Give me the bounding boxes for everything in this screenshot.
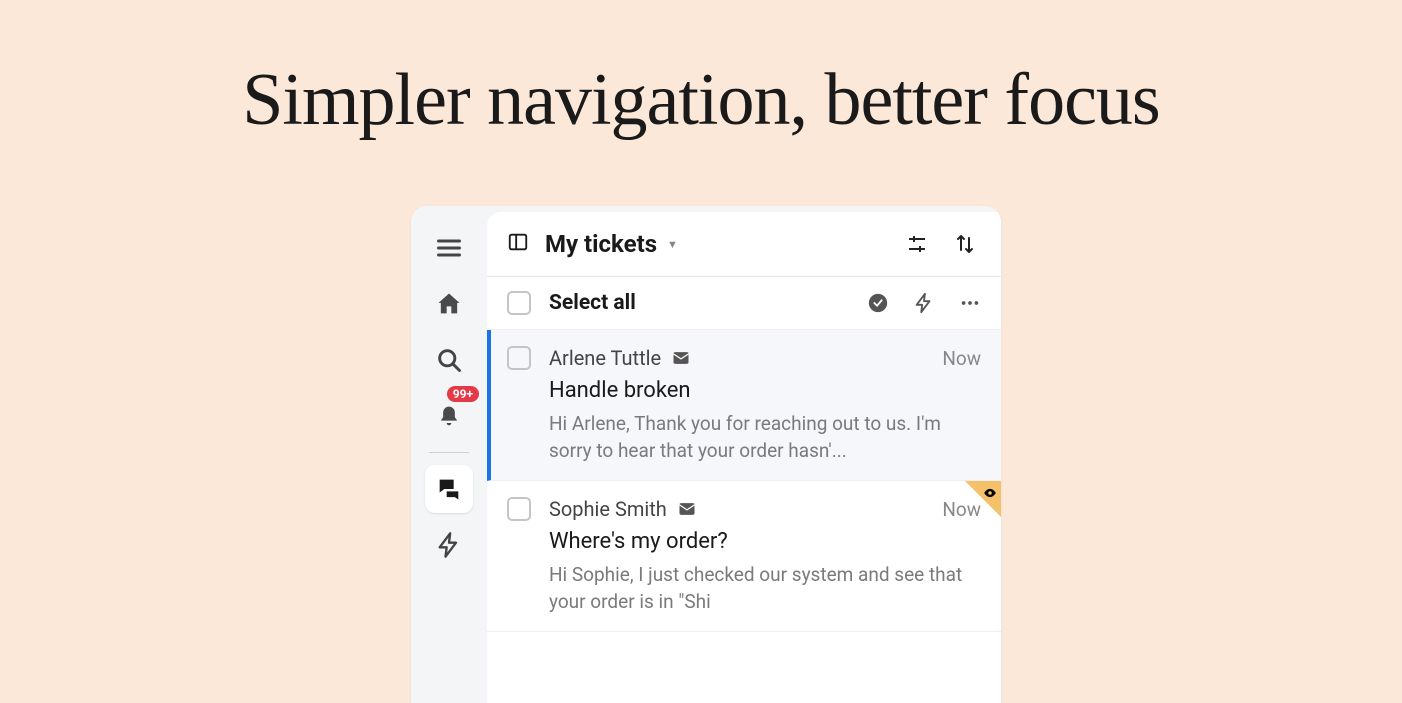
sort-icon xyxy=(953,232,977,256)
panel-header: My tickets ▼ xyxy=(487,212,1001,276)
ticket-subject: Where's my order? xyxy=(549,529,981,554)
search-button[interactable] xyxy=(425,336,473,384)
ticket-item[interactable]: Sophie Smith Now Where's my order? Hi So… xyxy=(487,481,1001,632)
select-all-label: Select all xyxy=(549,291,636,315)
chat-bubbles-icon xyxy=(435,475,463,503)
notifications-button[interactable]: 99+ xyxy=(425,392,473,440)
ticket-checkbox[interactable] xyxy=(507,346,531,370)
conversations-button[interactable] xyxy=(425,465,473,513)
layout-toggle-button[interactable] xyxy=(507,231,529,257)
ticket-preview: Hi Arlene, Thank you for reaching out to… xyxy=(549,411,981,464)
view-selector[interactable]: My tickets ▼ xyxy=(545,230,678,258)
notification-badge: 99+ xyxy=(447,386,479,402)
sidebar-divider xyxy=(429,452,469,453)
page-headline: Simpler navigation, better focus xyxy=(0,0,1402,143)
home-button[interactable] xyxy=(425,280,473,328)
ticket-preview: Hi Sophie, I just checked our system and… xyxy=(549,562,981,615)
home-icon xyxy=(435,290,463,318)
sort-button[interactable] xyxy=(949,228,981,260)
automation-button[interactable] xyxy=(425,521,473,569)
ticket-list: Arlene Tuttle Now Handle broken Hi Arlen… xyxy=(487,329,1001,703)
bell-icon xyxy=(435,402,463,430)
ticket-customer-name: Sophie Smith xyxy=(549,497,667,521)
ticket-subject: Handle broken xyxy=(549,378,981,403)
ticket-customer-name: Arlene Tuttle xyxy=(549,346,661,370)
bolt-icon xyxy=(435,531,463,559)
main-panel: My tickets ▼ Select all xyxy=(487,212,1001,703)
email-icon xyxy=(671,348,691,368)
more-options-button[interactable] xyxy=(959,292,981,314)
eye-icon xyxy=(983,485,997,499)
quick-action-button[interactable] xyxy=(913,292,935,314)
ticket-item[interactable]: Arlene Tuttle Now Handle broken Hi Arlen… xyxy=(487,330,1001,481)
view-title: My tickets xyxy=(545,230,657,258)
mark-done-button[interactable] xyxy=(867,292,889,314)
filter-button[interactable] xyxy=(901,228,933,260)
sliders-icon xyxy=(905,232,929,256)
hamburger-icon xyxy=(435,234,463,262)
ticket-checkbox[interactable] xyxy=(507,497,531,521)
search-icon xyxy=(435,346,463,374)
select-all-checkbox[interactable] xyxy=(507,291,531,315)
sidebar: 99+ xyxy=(411,206,487,703)
ticket-time: Now xyxy=(942,347,981,370)
app-window: 99+ My tickets ▼ xyxy=(411,206,1001,703)
email-icon xyxy=(677,499,697,519)
layout-panels-icon xyxy=(507,231,529,253)
caret-down-icon: ▼ xyxy=(667,238,678,251)
hamburger-menu-button[interactable] xyxy=(425,224,473,272)
select-all-row: Select all xyxy=(487,276,1001,329)
